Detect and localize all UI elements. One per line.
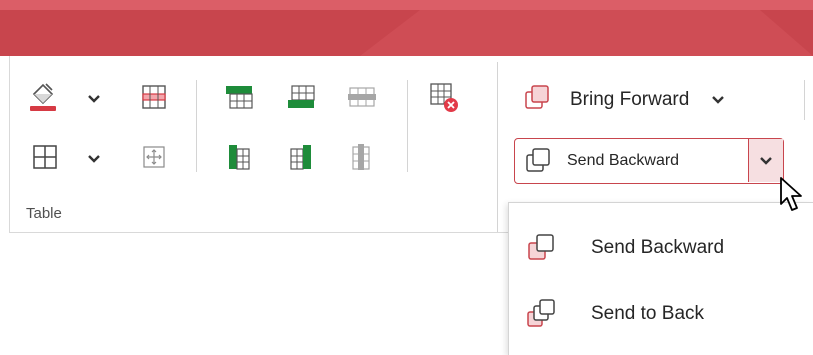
menu-item-label: Send to Back bbox=[591, 303, 705, 324]
delete-rows-icon bbox=[348, 87, 376, 107]
send-backward-icon bbox=[526, 147, 550, 172]
menu-item-send-backward[interactable]: Send Backward bbox=[509, 217, 813, 279]
shading-button[interactable] bbox=[24, 78, 62, 116]
chevron-down-icon bbox=[88, 155, 100, 163]
row-shading-button[interactable] bbox=[135, 78, 173, 116]
insert-rows-above-button[interactable] bbox=[220, 78, 258, 116]
title-bar-decoration bbox=[0, 0, 813, 56]
borders-button[interactable] bbox=[26, 138, 64, 176]
delete-rows-button[interactable] bbox=[342, 78, 380, 116]
move-table-icon bbox=[143, 146, 165, 168]
chevron-down-icon bbox=[88, 95, 100, 103]
send-to-back-icon bbox=[527, 299, 555, 327]
insert-columns-left-button[interactable] bbox=[220, 138, 258, 176]
insert-columns-left-icon bbox=[229, 145, 250, 170]
insert-rows-above-icon bbox=[226, 86, 253, 109]
bring-forward-button[interactable]: Bring Forward bbox=[516, 80, 778, 120]
menu-item-send-to-back[interactable]: Send to Back bbox=[509, 283, 813, 345]
send-backward-icon bbox=[528, 234, 554, 260]
insert-rows-below-button[interactable] bbox=[282, 78, 320, 116]
delete-table-icon bbox=[430, 83, 458, 112]
menu-item-label: Send Backward bbox=[591, 237, 725, 258]
send-backward-button[interactable]: Send Backward bbox=[515, 139, 747, 182]
move-table-button[interactable] bbox=[135, 138, 173, 176]
send-backward-label: Send Backward bbox=[567, 151, 680, 169]
chevron-down-icon[interactable] bbox=[711, 95, 725, 105]
bring-forward-label: Bring Forward bbox=[570, 89, 690, 110]
separator bbox=[407, 80, 408, 172]
borders-icon bbox=[33, 145, 57, 169]
group-separator bbox=[497, 62, 498, 232]
shading-dropdown[interactable] bbox=[82, 80, 106, 118]
send-backward-split-button[interactable]: Send Backward bbox=[514, 138, 784, 184]
separator bbox=[804, 80, 805, 120]
chevron-down-icon bbox=[760, 156, 772, 165]
insert-columns-right-icon bbox=[290, 145, 311, 170]
send-backward-menu: Send Backward Send to Back bbox=[508, 202, 813, 355]
insert-columns-right-button[interactable] bbox=[282, 138, 320, 176]
separator bbox=[196, 80, 197, 172]
delete-row-icon bbox=[142, 85, 166, 109]
delete-columns-icon bbox=[352, 144, 370, 170]
borders-dropdown[interactable] bbox=[82, 140, 106, 178]
send-backward-dropdown[interactable] bbox=[748, 139, 783, 182]
title-bar bbox=[0, 0, 813, 56]
delete-table-button[interactable] bbox=[424, 78, 462, 116]
shading-icon bbox=[30, 83, 56, 111]
delete-columns-button[interactable] bbox=[342, 138, 380, 176]
group-label-table: Table bbox=[26, 205, 62, 222]
mouse-cursor-icon bbox=[780, 177, 802, 211]
insert-rows-below-icon bbox=[288, 85, 315, 108]
bring-forward-icon bbox=[525, 85, 549, 109]
